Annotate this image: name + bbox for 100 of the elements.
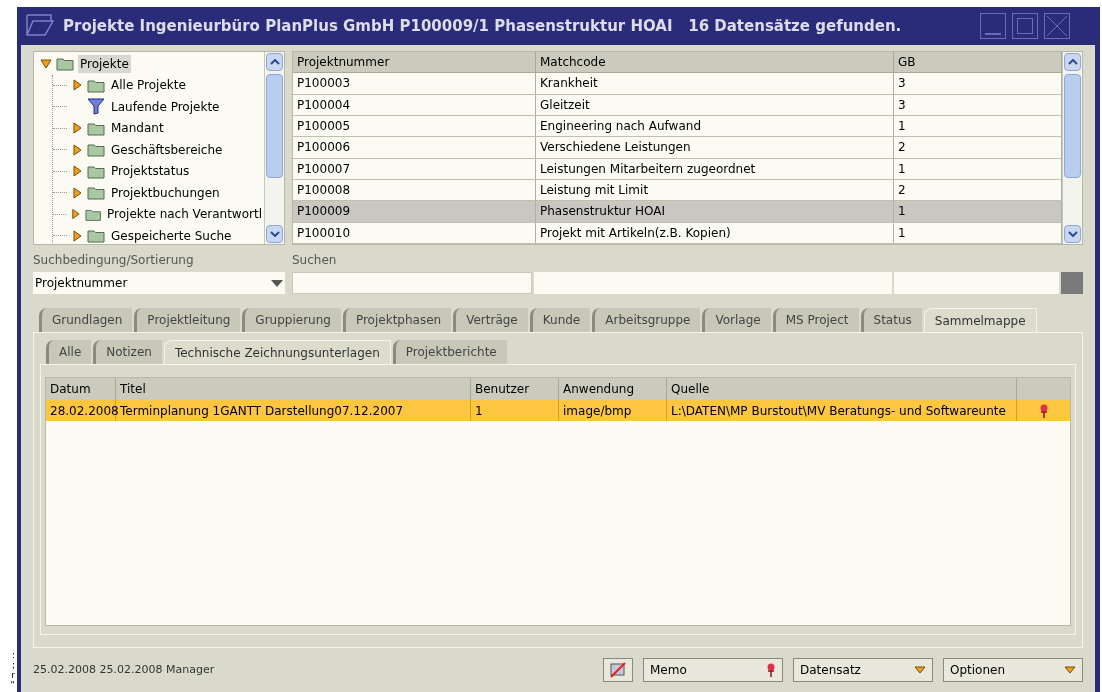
scroll-thumb[interactable] (1064, 74, 1081, 178)
folder-icon (87, 142, 105, 158)
caret-icon (1064, 666, 1076, 674)
expand-arrow-icon[interactable] (71, 186, 83, 199)
tree-item[interactable]: Projekte nach Verantwortl (105, 205, 264, 224)
tab[interactable]: Verträge (453, 308, 528, 332)
pin-icon (1038, 403, 1049, 418)
status-text: 25.02.2008 25.02.2008 Manager (33, 661, 216, 678)
maximize-button[interactable] (1012, 13, 1038, 39)
sort-label: Suchbedingung/Sortierung (33, 252, 195, 269)
memo-button[interactable]: Memo (643, 658, 783, 682)
table-cell: L:\DATEN\MP Burstout\MV Beratungs- und Softwareunte (667, 400, 1017, 421)
dropdown-button[interactable]: Optionen (943, 658, 1083, 682)
table-cell: 1 (471, 400, 559, 421)
scrollbar[interactable] (1062, 52, 1082, 244)
column-header[interactable]: Projektnummer (293, 52, 536, 73)
folder-icon (87, 77, 105, 93)
folder-icon (87, 120, 105, 136)
scroll-down-icon[interactable] (1064, 225, 1081, 243)
tab[interactable]: Alle (46, 340, 92, 364)
dropdown-arrow-icon (271, 279, 283, 287)
expand-arrow-icon[interactable] (71, 229, 83, 242)
folder-icon (87, 163, 105, 179)
table-row[interactable]: P100004 Gleitzeit 3 (293, 94, 1062, 116)
table-cell: image/bmp (559, 400, 667, 421)
tab[interactable]: Grundlagen (39, 308, 133, 332)
table-cell: Krankheit (536, 73, 894, 94)
tab[interactable]: Vorlage (702, 308, 771, 332)
tree-item[interactable]: Gespeicherte Suche (109, 226, 234, 244)
table-row[interactable]: 28.02.2008Terminplanung 1GANTT Darstellung07.12.2007 1 image/bmp L:\DATEN\MP Burstout\MV Beratungs- und Softwareunte (46, 400, 1070, 421)
table-row[interactable]: P100010 Projekt mit Artikeln(z.B. Kopien) 1 (293, 222, 1062, 244)
tab[interactable]: Projektleitung (134, 308, 241, 332)
tab[interactable]: Arbeitsgruppe (592, 308, 701, 332)
search-field[interactable] (534, 272, 892, 294)
folder-icon (87, 185, 105, 201)
search-label: Suchen (292, 252, 337, 269)
tab[interactable]: Gruppierung (242, 308, 341, 332)
tab[interactable]: Status (860, 308, 922, 332)
table-cell: Projekt mit Artikeln(z.B. Kopien) (536, 222, 894, 243)
tab[interactable]: MS Project (772, 308, 859, 332)
window-icon (23, 13, 57, 39)
expand-arrow-icon[interactable] (71, 122, 83, 135)
table-cell: P100003 (293, 73, 536, 94)
edge-mark: “ (10, 680, 15, 690)
tree-item[interactable]: Geschäftsbereiche (109, 140, 225, 159)
table-cell: Leistung mit Limit (536, 179, 894, 201)
table-row[interactable]: P100006 Verschiedene Leistungen 2 (293, 137, 1062, 159)
table-cell: P100004 (293, 94, 536, 115)
tab[interactable]: Projektphasen (342, 308, 452, 332)
table-cell: 28.02.2008 (46, 400, 116, 421)
table-row[interactable]: P100003 Krankheit 3 (293, 73, 1062, 95)
search-field[interactable] (292, 272, 532, 294)
tree-item[interactable]: Projekte (78, 54, 131, 73)
funnel-icon (87, 98, 105, 116)
table-cell: P100005 (293, 116, 536, 137)
scrollbar[interactable] (264, 52, 284, 244)
expand-arrow-icon[interactable] (71, 79, 83, 92)
tab[interactable]: Notizen (93, 340, 162, 364)
tab[interactable]: Projektberichte (392, 340, 507, 364)
table-cell: P100010 (293, 222, 536, 243)
expand-arrow-icon[interactable] (71, 143, 83, 156)
table-cell: P100006 (293, 137, 536, 158)
table-cell: Leistungen Mitarbeitern zugeordnet (536, 158, 894, 179)
tree-item[interactable]: Mandant (109, 119, 166, 138)
window-title: Projekte Ingenieurbüro PlanPlus GmbH P100009/1 Phasenstruktur HOAI 16 Datensätze gefunden. (63, 15, 903, 37)
table-cell: Verschiedene Leistungen (536, 137, 894, 158)
table-row[interactable]: P100007 Leistungen Mitarbeitern zugeordnet 1 (293, 158, 1062, 180)
edge-mark: : (11, 650, 15, 660)
expand-arrow-icon[interactable] (71, 165, 83, 178)
scroll-up-icon[interactable] (1064, 53, 1081, 71)
collapse-arrow-icon[interactable] (40, 57, 52, 70)
tree-item[interactable]: Projektstatus (109, 162, 192, 181)
tree-item[interactable]: Laufende Projekte (109, 97, 222, 116)
dropdown-button[interactable]: Datensatz (793, 658, 933, 682)
edge-mark: r (11, 670, 15, 680)
column-header[interactable]: Matchcode (536, 52, 894, 73)
no-calendar-button[interactable] (603, 658, 633, 682)
expand-arrow-icon[interactable] (69, 208, 81, 221)
table-cell: Gleitzeit (536, 94, 894, 115)
edge-mark: ; (11, 660, 15, 670)
pin-icon (766, 663, 776, 677)
crossed-calendar-icon (608, 661, 628, 679)
table-row[interactable]: P100005 Engineering nach Aufwand 1 (293, 116, 1062, 138)
tree-item[interactable]: Alle Projekte (109, 76, 188, 95)
tab[interactable]: Sammelmappe (923, 308, 1037, 332)
sort-dropdown[interactable]: Projektnummer (33, 272, 285, 294)
scroll-thumb[interactable] (266, 74, 283, 178)
minimize-button[interactable] (980, 13, 1006, 39)
tab[interactable]: Kunde (529, 308, 591, 332)
tab[interactable]: Technische Zeichnungsunterlagen (163, 340, 391, 364)
scroll-down-icon[interactable] (266, 225, 283, 243)
table-cell: P100009 (293, 201, 536, 222)
table-cell: P100008 (293, 179, 536, 201)
table-cell: P100007 (293, 158, 536, 179)
table-row[interactable]: P100009 Phasenstruktur HOAI 1 (293, 201, 1062, 223)
close-icon[interactable] (1044, 13, 1070, 39)
table-cell: Engineering nach Aufwand (536, 116, 894, 137)
search-field[interactable] (894, 272, 1059, 294)
scroll-up-icon[interactable] (266, 53, 283, 71)
tree-item[interactable]: Projektbuchungen (109, 183, 222, 202)
